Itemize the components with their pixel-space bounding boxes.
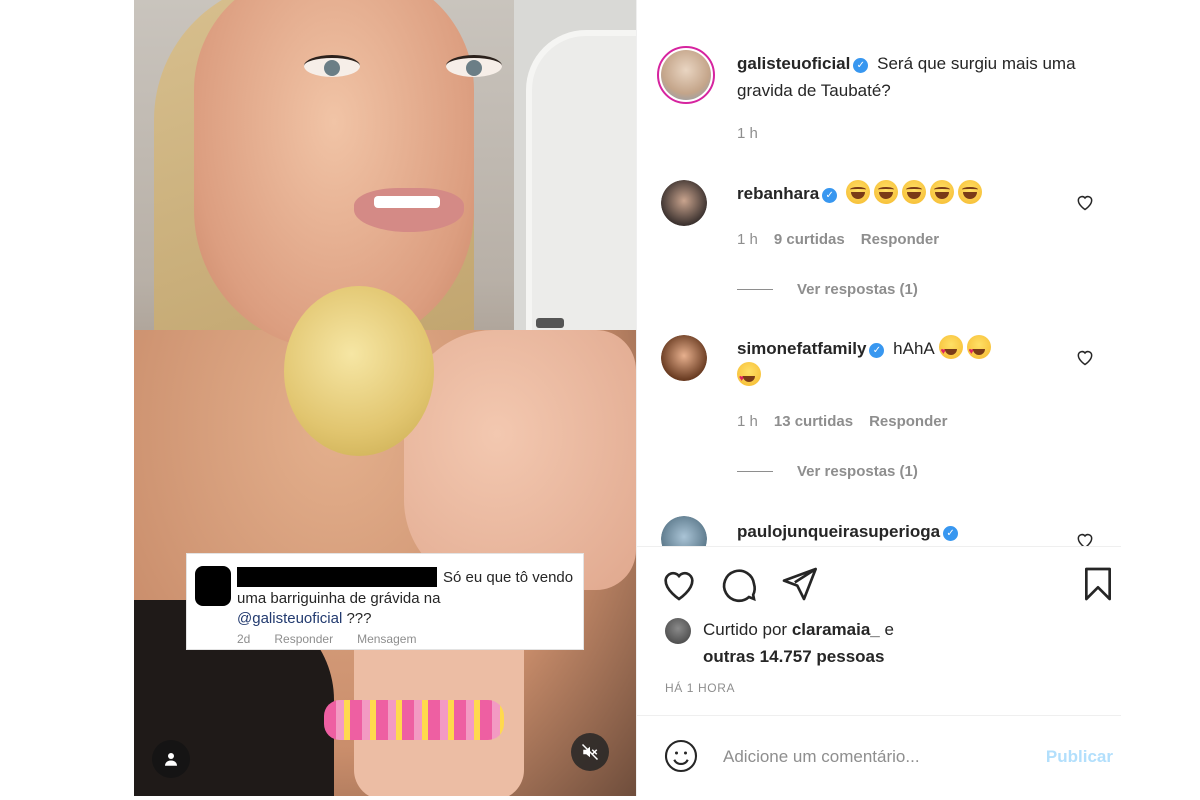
heart-eyes-emoji xyxy=(938,335,963,365)
door-handle xyxy=(536,318,564,328)
view-replies-label[interactable]: Ver respostas (1) xyxy=(797,463,918,480)
right-eye xyxy=(446,55,502,77)
comment-reply-button[interactable]: Responder xyxy=(869,413,947,430)
post-video[interactable]: Só eu que tô vendo uma barriguinha de gr… xyxy=(134,0,636,796)
caption-meta: 1 h xyxy=(737,125,758,142)
liked-prefix: Curtido por xyxy=(703,620,792,639)
overlay-message: Mensagem xyxy=(357,632,417,646)
bookmark-icon[interactable] xyxy=(1078,564,1118,604)
comment-like-icon[interactable] xyxy=(1075,347,1095,367)
left-eye xyxy=(304,55,360,77)
smile-icon[interactable] xyxy=(663,738,699,774)
overlay-reply: Responder xyxy=(274,632,334,646)
comment-avatar[interactable] xyxy=(661,335,707,381)
caption-age: 1 h xyxy=(737,125,758,142)
verified-icon: ✓ xyxy=(943,526,959,541)
comment-body: simonefatfamily ✓ hAhA xyxy=(737,335,1067,392)
joy-emoji xyxy=(957,180,982,204)
heart-eyes-emoji xyxy=(966,335,991,365)
author-avatar[interactable] xyxy=(657,46,715,104)
view-replies[interactable]: Ver respostas (1) xyxy=(737,463,918,480)
view-replies-label[interactable]: Ver respostas (1) xyxy=(797,281,918,298)
comment-body: paulojunqueirasuperioga ✓ xyxy=(737,518,1097,545)
publish-button[interactable]: Publicar xyxy=(1046,747,1113,767)
comment-username[interactable]: simonefatfamily xyxy=(737,339,866,358)
comment-composer: Adicione um comentário... Publicar xyxy=(637,715,1121,796)
redacted-username xyxy=(237,567,437,587)
replies-dash xyxy=(737,471,773,472)
comment-username[interactable]: rebanhara xyxy=(737,184,819,203)
overlay-comment-line2: uma barriguinha de grávida na xyxy=(237,590,441,607)
mouth xyxy=(354,188,464,232)
overlay-comment-meta: 2d Responder Mensagem xyxy=(237,632,416,646)
comments-list: galisteuoficial ✓ Será que surgiu mais um… xyxy=(637,0,1121,546)
overlay-comment-line1: Só eu que tô vendo xyxy=(443,569,574,586)
comment-likes[interactable]: 13 curtidas xyxy=(774,413,853,430)
joy-emoji xyxy=(929,180,954,204)
post-timestamp[interactable]: HÁ 1 HORA xyxy=(665,681,735,695)
redacted-avatar xyxy=(195,566,231,606)
heart-eyes-emoji xyxy=(737,362,761,392)
section-divider xyxy=(637,546,1121,547)
comment-avatar[interactable] xyxy=(661,516,707,546)
comment-meta: 1 h 9 curtidas Responder xyxy=(737,231,939,248)
liked-user[interactable]: claramaia_ xyxy=(792,620,880,639)
overlay-age: 2d xyxy=(237,632,251,646)
comment-likes[interactable]: 9 curtidas xyxy=(774,231,845,248)
joy-emoji xyxy=(901,180,926,204)
person-hand xyxy=(404,330,636,590)
overlay-comment-line3: @galisteuoficial ??? xyxy=(237,610,371,627)
comment-text: hAhA xyxy=(893,339,934,358)
comment-reply-button[interactable]: Responder xyxy=(861,231,939,248)
comment-meta: 1 h 13 curtidas Responder xyxy=(737,413,947,430)
bracelet xyxy=(324,700,504,740)
overlay-mention: @galisteuoficial xyxy=(237,610,343,627)
comment-icon[interactable] xyxy=(719,564,759,604)
comment-username[interactable]: paulojunqueirasuperioga xyxy=(737,522,940,541)
replies-dash xyxy=(737,289,773,290)
overlay-after-mention: ??? xyxy=(342,610,372,627)
liker-avatar[interactable] xyxy=(665,618,691,644)
liked-conj: e xyxy=(879,620,894,639)
comment-age: 1 h xyxy=(737,413,758,430)
comment-input[interactable]: Adicione um comentário... xyxy=(723,747,920,767)
user-icon[interactable] xyxy=(152,740,190,778)
verified-icon: ✓ xyxy=(869,343,885,358)
comment-avatar[interactable] xyxy=(661,180,707,226)
view-replies[interactable]: Ver respostas (1) xyxy=(737,281,918,298)
comment-body: rebanhara ✓ xyxy=(737,180,1077,207)
comment-like-icon[interactable] xyxy=(1075,192,1095,212)
liked-by: Curtido por claramaia_ e outras 14.757 p… xyxy=(703,616,894,670)
verified-icon: ✓ xyxy=(853,58,869,73)
makeup-brush xyxy=(284,286,434,456)
comment-age: 1 h xyxy=(737,231,758,248)
post-caption: galisteuoficial ✓ Será que surgiu mais um… xyxy=(737,50,1107,104)
joy-emoji xyxy=(845,180,870,204)
mute-icon[interactable] xyxy=(571,733,609,771)
liked-others[interactable]: outras 14.757 pessoas xyxy=(703,647,884,666)
joy-emoji xyxy=(873,180,898,204)
caption-username[interactable]: galisteuoficial xyxy=(737,54,850,73)
comment-like-icon[interactable] xyxy=(1075,530,1095,546)
post-side-panel: galisteuoficial ✓ Será que surgiu mais um… xyxy=(636,0,1121,796)
overlay-comment-card: Só eu que tô vendo uma barriguinha de gr… xyxy=(186,553,584,650)
share-icon[interactable] xyxy=(779,564,819,604)
heart-icon[interactable] xyxy=(659,564,699,604)
verified-icon: ✓ xyxy=(822,188,838,203)
